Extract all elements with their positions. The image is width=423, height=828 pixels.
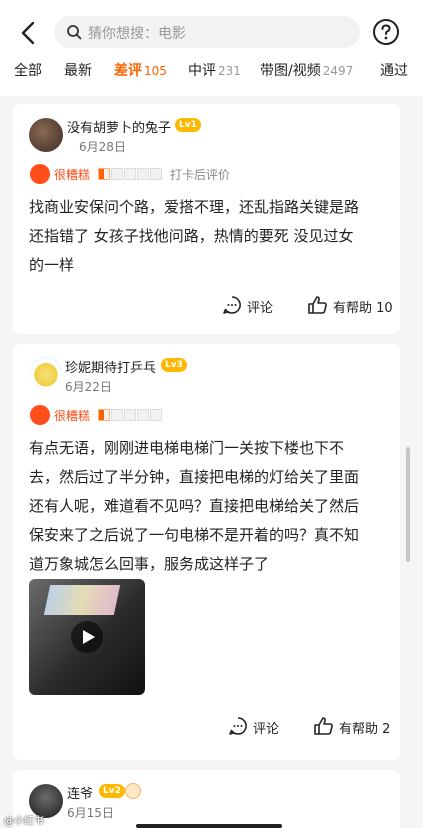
star-icon: [111, 168, 123, 180]
helpful-button[interactable]: 有帮助 10: [307, 294, 397, 316]
search-icon: [67, 25, 82, 40]
rating-label: 很糟糕: [54, 168, 91, 182]
comment-button[interactable]: 评论: [221, 294, 291, 316]
search-input[interactable]: 猜你想搜：电影: [54, 16, 360, 48]
comment-icon: [229, 717, 247, 735]
watermark: @小红书: [4, 816, 44, 827]
review-date: 6月15日: [67, 806, 114, 820]
review-line: 道万象城怎么回事，服务成这样子了: [29, 555, 270, 573]
star-icon: [98, 168, 110, 180]
review-actions: 评论 有帮助 10: [13, 294, 400, 316]
star-icon: [137, 168, 149, 180]
review-line: 还有人呢，难道看不见吗？直接把电梯给关了然后: [29, 497, 360, 515]
comment-icon: [223, 296, 241, 314]
comment-button[interactable]: 评论: [227, 715, 297, 737]
review-filter-tabs: 全部 最新 差评 105 中评 231 带图/视频 2497 通过: [0, 60, 423, 86]
username[interactable]: 连爷: [67, 783, 93, 802]
star-icon: [137, 409, 149, 421]
angry-face-icon: [30, 164, 50, 184]
star-icon: [98, 409, 110, 421]
review-card: 珍妮期待打乒乓 Lv3 6月22日 很糟糕 有点无语，刚刚进电梯电梯门一关按下楼…: [13, 344, 400, 760]
video-frame: [43, 585, 121, 615]
top-bar: 猜你想搜：电影 全部 最新 差评 105 中评 231 带图/视频 2497 通过: [0, 0, 423, 96]
rating-row: 很糟糕 打卡后评价: [30, 164, 310, 184]
review-line: 还指错了 女孩子找他问路，热情的要死 没见过女: [29, 227, 354, 245]
avatar[interactable]: [29, 118, 63, 152]
tab-neutral[interactable]: 中评 231: [188, 60, 241, 80]
helpful-label: 有帮助 10: [333, 301, 393, 316]
tab-all[interactable]: 全部: [14, 60, 42, 80]
helpful-button[interactable]: 有帮助 2: [313, 715, 399, 737]
review-line: 找商业安保问个路，爱搭不理，还乱指路关键是路: [29, 198, 360, 216]
username[interactable]: 没有胡萝卜的兔子: [67, 117, 171, 136]
tab-negative[interactable]: 差评 105: [114, 60, 167, 80]
star-icon: [124, 409, 136, 421]
avatar[interactable]: [29, 356, 63, 390]
rating-label: 很糟糕: [54, 409, 91, 423]
tab-passed[interactable]: 通过: [380, 60, 408, 80]
review-actions: 评论 有帮助 2: [13, 715, 400, 737]
level-badge: Lv2: [99, 784, 125, 798]
review-text: 有点无语，刚刚进电梯电梯门一关按下楼也下不 去，然后过了半分钟，直接把电梯的灯给…: [29, 434, 385, 579]
review-date: 6月28日: [79, 140, 126, 154]
review-card: 没有胡萝卜的兔子 Lv1 6月28日 很糟糕 打卡后评价 找商业安保问个路，爱搭…: [13, 104, 400, 334]
star-icon: [150, 168, 162, 180]
thumbs-up-icon: [308, 296, 327, 314]
back-arrow-icon[interactable]: [14, 18, 44, 48]
tab-with-media[interactable]: 带图/视频 2497: [260, 60, 353, 80]
star-rating: [98, 409, 163, 421]
search-placeholder: 猜你想搜：电影: [88, 26, 186, 42]
level-badge: Lv1: [175, 118, 201, 132]
review-date: 6月22日: [65, 380, 112, 394]
review-line: 保安来了之后说了一句电梯不是开着的吗？真不知: [29, 526, 360, 544]
review-card: 连爷 Lv2 6月15日: [13, 770, 400, 828]
play-icon[interactable]: [71, 621, 103, 653]
star-icon: [150, 409, 162, 421]
review-line: 有点无语，刚刚进电梯电梯门一关按下楼也下不: [29, 439, 345, 457]
star-icon: [111, 409, 123, 421]
angry-face-icon: [30, 405, 50, 425]
review-video-thumbnail[interactable]: [29, 579, 145, 695]
level-badge: Lv3: [161, 358, 187, 372]
star-rating: [98, 168, 163, 180]
review-line: 的一样: [29, 256, 75, 274]
comment-label: 评论: [253, 722, 280, 737]
star-icon: [124, 168, 136, 180]
rating-row: 很糟糕: [30, 405, 230, 425]
medal-icon: [125, 783, 141, 799]
helpful-label: 有帮助 2: [339, 722, 391, 737]
review-line: 去，然后过了半分钟，直接把电梯的灯给关了里面: [29, 468, 360, 486]
home-indicator: [136, 824, 282, 828]
comment-label: 评论: [247, 301, 274, 316]
help-icon[interactable]: [372, 18, 400, 46]
thumbs-up-icon: [314, 717, 333, 735]
tab-latest[interactable]: 最新: [64, 60, 92, 80]
checkin-note: 打卡后评价: [170, 168, 231, 182]
review-text: 找商业安保问个路，爱搭不理，还乱指路关键是路 还指错了 女孩子找他问路，热情的要…: [29, 193, 385, 280]
username[interactable]: 珍妮期待打乒乓: [65, 357, 156, 376]
scrollbar[interactable]: [406, 447, 410, 562]
